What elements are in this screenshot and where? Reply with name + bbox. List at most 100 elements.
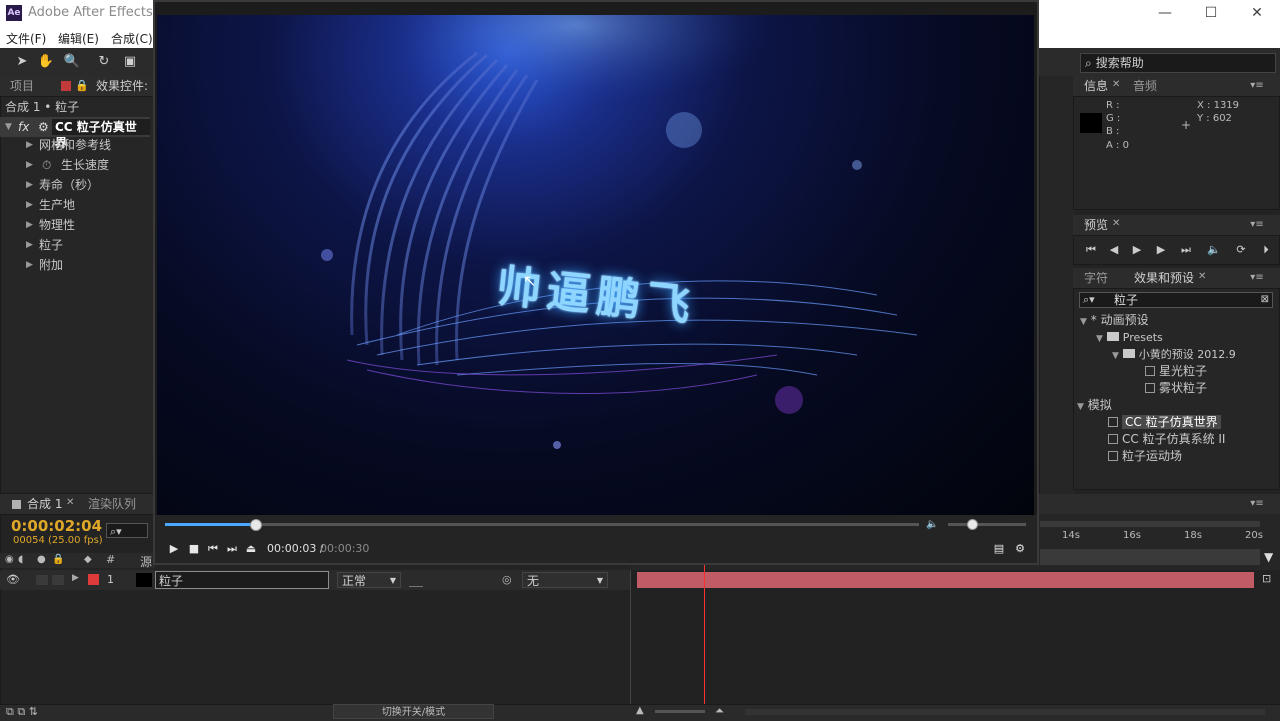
fx-group-longevity[interactable]: ▶ 寿命（秒） (0, 175, 150, 195)
audio-icon[interactable]: 🔈 (1206, 242, 1222, 258)
chevron-down-icon[interactable]: ▼ (1080, 317, 1087, 327)
tree-row-cc-particle-systems[interactable]: CC 粒子仿真系统 II (1108, 431, 1225, 448)
layer-duration-bar[interactable] (637, 572, 1254, 588)
fx-group-grid[interactable]: ▶ 网格和参考线 (0, 135, 150, 155)
close-icon[interactable]: ✕ (66, 497, 74, 508)
chevron-down-icon[interactable]: ▼ (1077, 402, 1084, 412)
layer-name-field[interactable]: 粒子 (155, 571, 329, 589)
layer-label-color[interactable] (88, 574, 99, 585)
chevron-right-icon[interactable]: ▶ (26, 135, 33, 155)
chevron-down-icon[interactable]: ▼ (1096, 334, 1103, 344)
playhead-marker-icon[interactable]: ▼ (1264, 550, 1274, 564)
fx-group-extras[interactable]: ▶ 附加 (0, 255, 150, 275)
tab-preview[interactable]: 预览 (1078, 215, 1114, 235)
timeline-navigator[interactable] (1040, 549, 1260, 565)
effect-name[interactable]: CC 粒子仿真世界 (52, 119, 150, 150)
chevron-down-icon[interactable]: ▼ (1112, 351, 1119, 361)
previous-button[interactable]: ⏮ (205, 541, 221, 557)
last-frame-icon[interactable]: ⏭ (1178, 242, 1194, 258)
previous-frame-icon[interactable]: ◀ (1106, 242, 1122, 258)
zoom-in-icon[interactable]: ⏶ (715, 704, 724, 718)
chevron-right-icon[interactable]: ▶ (26, 255, 33, 275)
chevron-right-icon[interactable]: ▶ (26, 195, 33, 215)
zoom-tool-icon[interactable]: 🔍 (62, 52, 82, 72)
tree-row-custom-presets[interactable]: ▼ 小黄的预设 2012.9 (1112, 346, 1236, 363)
timeline-search-input[interactable]: ⌕▾ (106, 523, 148, 538)
play-icon[interactable]: ▶ (1129, 242, 1145, 258)
solo-toggle[interactable] (52, 575, 64, 585)
close-icon[interactable]: ✕ (1198, 271, 1206, 282)
trkmat-placeholder[interactable] (409, 574, 423, 587)
rotate-tool-icon[interactable]: ↻ (94, 52, 114, 72)
padlock-icon[interactable]: 🔒 (75, 79, 89, 92)
label-icon[interactable]: ◆ (84, 554, 92, 565)
zoom-slider[interactable] (655, 710, 705, 713)
seek-track[interactable] (165, 523, 919, 526)
tab-audio[interactable]: 音频 (1127, 76, 1163, 96)
menu-composition[interactable]: 合成(C) (111, 30, 153, 47)
maximize-button[interactable]: ☐ (1198, 3, 1224, 23)
horizontal-scrollbar[interactable] (745, 709, 1265, 715)
tab-effect-controls[interactable]: 效果控件: (90, 76, 154, 96)
audio-toggle[interactable] (36, 575, 48, 585)
minimize-button[interactable]: — (1152, 3, 1178, 23)
tab-info[interactable]: 信息 (1078, 76, 1114, 96)
tree-row-particle-playground[interactable]: 粒子运动场 (1108, 448, 1182, 465)
tab-effects-presets[interactable]: 效果和预设 (1128, 268, 1200, 288)
close-icon[interactable]: ✕ (1112, 79, 1120, 90)
video-frame[interactable]: 帅逼鹏飞 ↖ (157, 15, 1034, 515)
camera-tool-icon[interactable]: ▣ (120, 52, 140, 72)
parent-select[interactable]: 无 ▼ (522, 572, 608, 588)
next-button[interactable]: ⏭ (224, 541, 240, 557)
fx-group-particle[interactable]: ▶ 粒子 (0, 235, 150, 255)
stop-button[interactable]: ■ (186, 541, 202, 557)
parent-pickwhip-icon[interactable]: ◎ (502, 573, 512, 586)
blend-mode-select[interactable]: 正常 ▼ (337, 572, 401, 588)
solo-icon[interactable]: ● (37, 554, 46, 565)
effect-header-row[interactable]: ▼ fx ⚙ CC 粒子仿真世界 (0, 117, 150, 150)
work-area-bar[interactable] (1040, 521, 1260, 527)
audio-icon[interactable]: ◖ (18, 554, 23, 565)
chevron-right-icon[interactable]: ▶ (72, 573, 79, 583)
volume-track[interactable] (948, 523, 1026, 526)
tab-character[interactable]: 字符 (1078, 268, 1114, 288)
fx-group-physics[interactable]: ▶ 物理性 (0, 215, 150, 235)
current-timecode[interactable]: 0:00:02:04 (11, 517, 102, 535)
next-frame-icon[interactable]: ▶ (1153, 242, 1169, 258)
close-button[interactable]: ✕ (1244, 3, 1270, 23)
toggle-switches-icon[interactable]: ⧉ ⧉ ⇅ (6, 705, 38, 719)
play-button[interactable]: ▶ (166, 541, 182, 557)
hand-tool-icon[interactable]: ✋ (36, 52, 56, 72)
chevron-right-icon[interactable]: ▶ (26, 175, 33, 195)
volume-icon[interactable]: 🔈 (926, 519, 938, 530)
chevron-right-icon[interactable]: ▶ (26, 215, 33, 235)
ram-preview-icon[interactable]: ⏵ (1258, 242, 1274, 258)
tree-row-animation-presets[interactable]: ▼ * 动画预设 (1080, 312, 1149, 329)
close-icon[interactable]: ✕ (1112, 218, 1120, 229)
panel-menu-icon[interactable]: ▾≡ (1250, 219, 1264, 231)
panel-menu-icon[interactable]: ▾≡ (1250, 498, 1264, 510)
fx-badge[interactable]: fx (18, 117, 29, 137)
tab-project[interactable]: 项目 (4, 76, 40, 96)
fx-group-birth-rate[interactable]: ▶ ⏱ 生长速度 (0, 155, 150, 175)
playlist-icon[interactable]: ▤ (991, 541, 1007, 557)
zoom-out-icon[interactable]: ▲ (636, 705, 644, 716)
lock-icon[interactable]: 🔒 (52, 554, 64, 565)
tree-row-simulation[interactable]: ▼ 模拟 (1077, 397, 1112, 414)
chevron-right-icon[interactable]: ▶ (26, 155, 33, 175)
settings-gear-icon[interactable]: ⚙ (1012, 541, 1028, 557)
search-help-input[interactable]: ⌕ 搜索帮助 (1080, 53, 1276, 73)
tree-row-fog-particles[interactable]: 雾状粒子 (1145, 380, 1207, 397)
chevron-right-icon[interactable]: ▶ (26, 235, 33, 255)
tree-row-star-particles[interactable]: 星光粒子 (1145, 363, 1207, 380)
stopwatch-icon[interactable]: ⏱ (42, 155, 51, 175)
tree-row-cc-particle-world[interactable]: CC 粒子仿真世界 (1108, 414, 1221, 431)
first-frame-icon[interactable]: ⏮ (1083, 242, 1099, 258)
fx-group-producer[interactable]: ▶ 生产地 (0, 195, 150, 215)
eject-button[interactable]: ⏏ (243, 541, 259, 557)
chevron-down-icon[interactable]: ▼ (5, 117, 12, 137)
current-time-indicator[interactable] (704, 565, 705, 705)
menu-file[interactable]: 文件(F) (6, 30, 46, 47)
comp-button-icon[interactable]: ⊡ (1262, 572, 1271, 585)
tab-render-queue[interactable]: 渲染队列 (82, 494, 142, 514)
